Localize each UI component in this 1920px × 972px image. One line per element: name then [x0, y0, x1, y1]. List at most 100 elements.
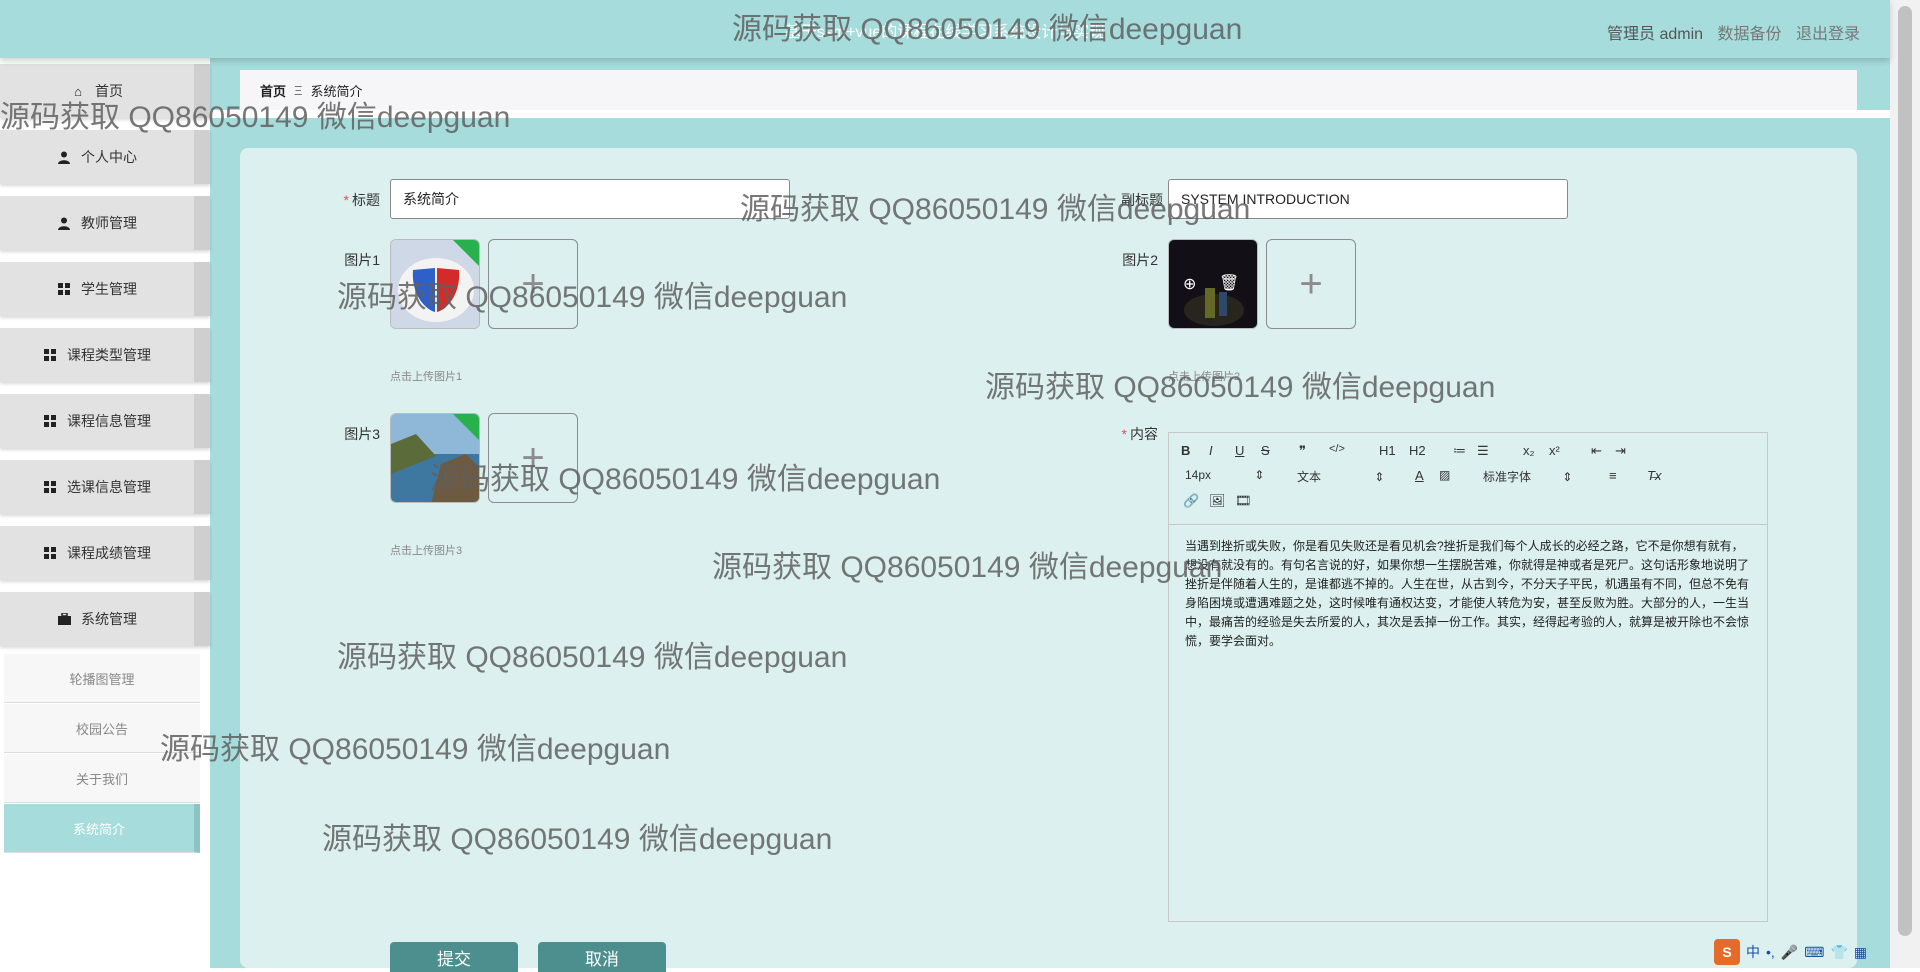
outdent-button[interactable]: ⇤ [1591, 443, 1602, 459]
sidebar-item-label: 学生管理 [81, 281, 137, 297]
grid-icon [43, 546, 57, 560]
zoom-icon[interactable]: ⊕ [1183, 274, 1196, 294]
page-scrollbar[interactable] [1890, 0, 1920, 968]
admin-label: 管理员 admin [1607, 26, 1704, 43]
required-mark: * [343, 192, 349, 208]
sidebar-item-system-management[interactable]: 系统管理 [0, 592, 210, 646]
ime-toolbar[interactable]: S 中 •, 🎤 ⌨ 👕 ▦ [1714, 938, 1884, 966]
sidebar-subitem-carousel[interactable]: 轮播图管理 [4, 654, 200, 703]
image2-hint: 点击上传图片2 [1168, 371, 1241, 383]
sidebar-item-teacher-management[interactable]: 教师管理 [0, 196, 210, 250]
superscript-button[interactable]: x² [1549, 443, 1560, 458]
sidebar-item-label: 首页 [95, 83, 123, 99]
required-mark: * [1121, 426, 1127, 442]
subtitle-label: 副标题 [1121, 192, 1163, 208]
teacher-icon [57, 216, 71, 230]
punctuation-icon: •, [1766, 944, 1775, 960]
chevron-updown-icon: ⇕ [1254, 468, 1265, 482]
mic-icon: 🎤 [1780, 943, 1799, 960]
image1-upload-button[interactable]: + [488, 239, 578, 329]
backup-link[interactable]: 数据备份 [1718, 26, 1782, 43]
italic-button[interactable]: I [1209, 443, 1213, 458]
block-format-value: 文本 [1297, 470, 1322, 484]
content-label: * 内容 [1108, 424, 1158, 444]
sidebar-item-label: 教师管理 [81, 215, 137, 231]
grid-icon [43, 480, 57, 494]
font-color-icon[interactable]: A [1415, 468, 1424, 483]
block-format-select[interactable]: 文本 ⇕ [1297, 468, 1384, 485]
image2-thumbnail[interactable]: ⊕ 🗑 [1168, 239, 1258, 329]
subtitle-input[interactable]: SYSTEM INTRODUCTION [1168, 179, 1568, 219]
font-size-select[interactable]: 14px ⇕ [1185, 468, 1264, 482]
ime-language: 中 [1746, 944, 1760, 960]
image3-thumbnail[interactable] [390, 413, 480, 503]
bold-button[interactable]: B [1181, 443, 1190, 458]
sidebar-item-grade-management[interactable]: 课程成绩管理 [0, 526, 210, 580]
video-icon[interactable]: 🎞 [1235, 493, 1252, 509]
image1-thumbnail[interactable] [390, 239, 480, 329]
breadcrumb: 首页 Ξ 系统简介 [240, 70, 1857, 110]
editor-content[interactable]: 当遇到挫折或失败，你是看见失败还是看见机会?挫折是我们每个人成长的必经之路，它不… [1169, 525, 1767, 663]
code-block-button[interactable]: </> [1329, 443, 1345, 455]
sidebar-item-home[interactable]: ⌂ 首页 [0, 64, 210, 118]
content-label-text: 内容 [1130, 426, 1158, 442]
image1-hint: 点击上传图片1 [390, 371, 463, 383]
scrollbar-thumb[interactable] [1898, 6, 1912, 936]
sidebar-item-label: 课程成绩管理 [67, 545, 151, 561]
sidebar-item-student-management[interactable]: 学生管理 [0, 262, 210, 316]
image1-label: 图片1 [344, 252, 380, 268]
editor-toolbar: B I U S ❞ </> H1 H2 ≔ ☰ x₂ x² ⇤ ⇥ 14px ⇕… [1169, 433, 1767, 525]
grid-menu-icon: ▦ [1853, 943, 1868, 960]
rich-text-editor[interactable]: B I U S ❞ </> H1 H2 ≔ ☰ x₂ x² ⇤ ⇥ 14px ⇕… [1168, 432, 1768, 922]
sidebar-item-course-info-management[interactable]: 课程信息管理 [0, 394, 210, 448]
strike-button[interactable]: S [1261, 443, 1270, 458]
bullet-list-button[interactable]: ☰ [1477, 443, 1489, 459]
image2-upload-button[interactable]: + [1266, 239, 1356, 329]
sidebar-item-label: 系统管理 [81, 611, 137, 627]
image3-hint: 点击上传图片3 [390, 545, 463, 557]
title-label: * 标题 [330, 190, 380, 210]
keyboard-icon: ⌨ [1804, 943, 1825, 960]
trash-icon[interactable]: 🗑 [1219, 273, 1239, 293]
subscript-button[interactable]: x₂ [1523, 443, 1535, 458]
divider [210, 110, 1890, 118]
h2-button[interactable]: H2 [1409, 443, 1426, 458]
image2-label: 图片2 [1122, 252, 1158, 268]
sidebar-item-label: 选课信息管理 [67, 479, 151, 495]
sidebar-item-enrollment-management[interactable]: 选课信息管理 [0, 460, 210, 514]
align-icon[interactable]: ≡ [1609, 468, 1617, 483]
breadcrumb-separator: Ξ [294, 82, 303, 98]
font-size-value: 14px [1185, 468, 1212, 482]
header-actions: 管理员 admin 数据备份 退出登录 [1597, 20, 1860, 44]
link-icon[interactable]: 🔗 [1183, 493, 1199, 509]
image3-upload-button[interactable]: + [488, 413, 578, 503]
sidebar-subitem-system-intro[interactable]: 系统简介 [4, 804, 200, 853]
font-family-select[interactable]: 标准字体 ⇕ [1483, 468, 1572, 485]
briefcase-icon [57, 612, 71, 626]
chevron-updown-icon: ⇕ [1562, 470, 1573, 484]
image-icon[interactable]: 🖼 [1209, 493, 1226, 509]
font-family-value: 标准字体 [1483, 470, 1532, 484]
shirt-icon: 👕 [1830, 943, 1848, 960]
grid-icon [43, 348, 57, 362]
breadcrumb-current: 系统简介 [310, 83, 363, 99]
underline-button[interactable]: U [1235, 443, 1244, 458]
blockquote-button[interactable]: ❞ [1299, 443, 1306, 459]
breadcrumb-home[interactable]: 首页 [260, 81, 286, 100]
ordered-list-button[interactable]: ≔ [1453, 443, 1466, 459]
sidebar-subitem-campus-notice[interactable]: 校园公告 [4, 704, 200, 753]
sidebar-subitem-about-us[interactable]: 关于我们 [4, 754, 200, 803]
indent-button[interactable]: ⇥ [1615, 443, 1626, 459]
background-color-icon[interactable]: ▨ [1439, 468, 1450, 482]
h1-button[interactable]: H1 [1379, 443, 1396, 458]
title-input[interactable]: 系统简介 [390, 179, 790, 219]
clear-format-icon[interactable]: T̶x [1647, 468, 1661, 483]
sidebar: ⌂ 首页 个人中心 教师管理 学生管理 课程类型管理 课程信息管理 选课信息管理… [0, 58, 210, 968]
sidebar-item-personal-center[interactable]: 个人中心 [0, 130, 210, 184]
image3-label: 图片3 [344, 426, 380, 442]
logout-link[interactable]: 退出登录 [1796, 26, 1860, 43]
sidebar-item-label: 个人中心 [81, 149, 137, 165]
sidebar-item-course-type-management[interactable]: 课程类型管理 [0, 328, 210, 382]
home-icon: ⌂ [74, 83, 82, 99]
top-header: 基于ssm+vue的课程在线学习系统设计与实现 管理员 admin 数据备份 退… [0, 0, 1890, 58]
